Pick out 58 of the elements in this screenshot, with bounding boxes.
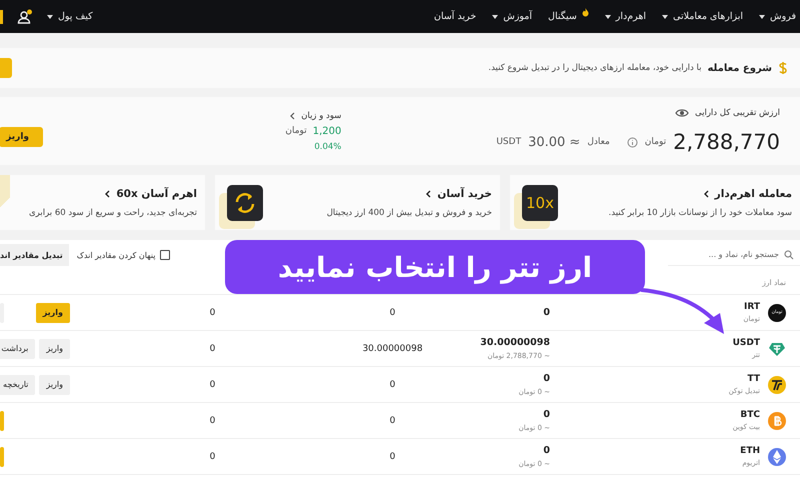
action-button[interactable]: واریز [36,302,70,322]
table-cell: 30.00000098 [362,344,423,354]
table-cell: 0 [210,380,216,390]
profit-percent: 0.04% [313,142,342,152]
search-field[interactable]: جستجو نام، نماد و ... [675,250,779,259]
nav-menu-item[interactable]: سیگنال [548,8,589,25]
equivalent-label: معادل [587,137,610,147]
table-cell: 0 [390,452,396,462]
nav-menu-item[interactable]: آموزش [492,11,532,22]
table-cell-text: 0 [542,445,550,456]
card-description: تجربه‌ای جدید، راحت و سریع از سود 60 برابری [29,208,197,218]
checkbox-label: پنهان کردن مقادیر اندک [76,250,156,260]
card-title: معامله اهرم‌دار [714,188,792,200]
currency-label: تومان [644,137,666,147]
equivalent-currency: USDT [496,137,522,147]
banner-text: با دارایی خود، معامله ارزهای دیجیتال را در تبدیل شروع کنید. [488,63,702,73]
promo-card[interactable]: اهرم آسان 60x تجربه‌ای جدید، راحت و سریع از سود 60 برابری [0,175,205,230]
nav-menu-item[interactable]: فروش [759,11,796,22]
table-cell: 0 [210,416,216,426]
convert-small-balances-button[interactable]: تبدیل مقادیر اند [0,244,69,266]
table-cell-text: 0 [542,409,550,420]
callout-label: ارز تتر را انتخاب نمایید [225,240,645,294]
coin-symbol: ETH [740,446,760,456]
card-description: سود معاملات خود را از نوسانات بازار 10 برابر کنید. [608,208,792,218]
table-cell-text: 0 [542,373,550,384]
table-cell-text: 0 [542,307,550,318]
coin-symbol: TT [746,374,760,384]
promo-card[interactable]: خرید آسان خرید و فروش و تبدیل بیش از 400 ارز دیجیتال [215,175,500,230]
table-cell: 0 [210,344,216,354]
nav-menu-item[interactable]: اهرم‌دار [604,11,646,22]
table-cell: 0 [210,452,216,462]
nav-menu-item[interactable]: خرید آسان [434,11,476,22]
card-title: خرید آسان [437,188,492,200]
equivalent-value: ≈ 30.00 [528,134,580,150]
table-cell: 0 [390,380,396,390]
multiplier-tile: 10x [522,184,558,220]
card-title: اهرم آسان 60x [116,188,197,200]
total-value-label: ارزش تقریبی کل دارایی [695,108,780,118]
coin-symbol: IRT [743,302,760,312]
table-cell: 0 [390,416,396,426]
action-button[interactable]: واریز [39,338,70,358]
wallet-menu[interactable]: کیف پول [47,11,93,22]
banner-title: شروع معامله [707,62,772,74]
coin-symbol: USDT [732,338,760,348]
profit-value: 1,200 [312,126,342,136]
currency-label: تومان [285,126,307,136]
card-description: خرید و فروش و تبدیل بیش از 400 ارز دیجیتال [326,208,492,218]
profit-loss-link[interactable]: سود و زیان [301,110,342,120]
action-button[interactable]: تاریخچه [0,374,36,394]
table-cell: 0 [210,308,216,318]
nav-menu-item[interactable]: ابزارهای معاملاتی [662,11,744,22]
table-cell-text: 30.00000098 [479,337,550,348]
deposit-button[interactable]: واریز [0,127,43,147]
action-button[interactable]: واریز [39,374,70,394]
coin-symbol: BTC [739,410,760,420]
table-cell: 0 [390,308,396,318]
total-value: 2,788,770 [673,130,780,154]
action-button[interactable]: برداشت [0,338,36,358]
